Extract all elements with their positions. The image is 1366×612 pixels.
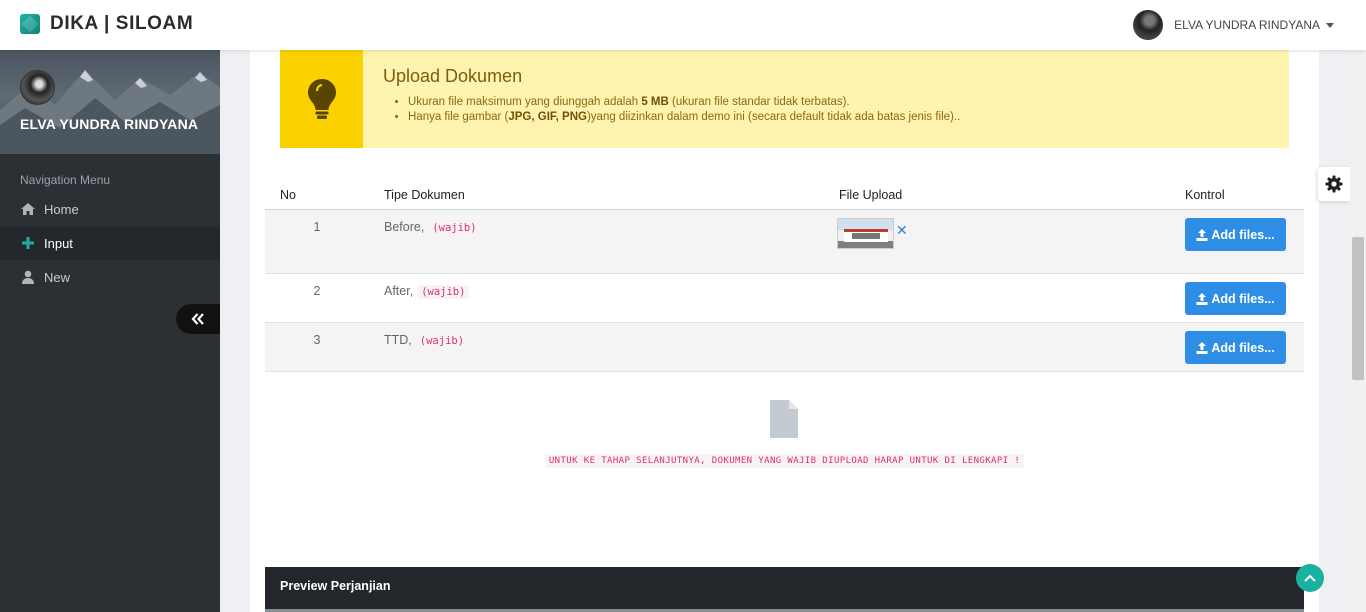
row-type: After, (wajib) [369,284,824,299]
row-type: TTD, (wajib) [369,333,824,348]
sidebar-item-label: Home [44,201,79,217]
upload-table: No Tipe Dokumen File Upload Kontrol 1 Be… [265,180,1304,372]
user-menu[interactable]: ELVA YUNDRA RINDYANA [1133,10,1334,40]
avatar [1133,10,1164,40]
header-no: No [280,187,296,202]
alert-item-size: Ukuran file maksimum yang diunggah adala… [408,96,960,108]
profile-name: ELVA YUNDRA RINDYANA [20,116,199,132]
gear-icon [1325,175,1343,193]
remove-file-icon[interactable]: ✕ [896,222,908,239]
lightbulb-icon [307,79,336,119]
table-header: No Tipe Dokumen File Upload Kontrol [265,180,1304,210]
alert-title: Upload Dokumen [383,66,523,86]
upload-icon [1196,292,1208,305]
alert-list: Ukuran file maksimum yang diunggah adala… [408,96,960,126]
brand-title: DIKA | SILOAM [50,13,194,34]
profile-avatar[interactable] [20,70,55,105]
sidebar-item-input[interactable]: Input [0,226,220,260]
sidebar-item-label: New [44,269,71,285]
row-type: Before, (wajib) [369,220,824,235]
page-scrollbar[interactable] [1350,0,1366,612]
scrollbar-thumb[interactable] [1352,237,1364,380]
sidebar-item-label: Input [44,235,73,251]
required-tag: (wajib) [415,334,469,348]
nav-menu-title: Navigation Menu [20,173,111,187]
double-chevron-left-icon [191,313,204,325]
sidebar-collapse-button[interactable] [176,304,220,334]
uploaded-file-thumbnail[interactable] [837,218,894,249]
table-row: 2 After, (wajib) Add files... [265,274,1304,323]
preview-title: Preview Perjanjian [280,579,391,593]
add-files-button[interactable]: Add files... [1185,282,1286,315]
row-no: 2 [313,284,321,298]
brand-logo-icon [20,14,40,34]
header-type: Tipe Dokumen [384,187,465,202]
row-no: 1 [313,220,321,234]
settings-button[interactable] [1318,167,1350,201]
upload-icon [1196,341,1208,354]
scroll-to-top-button[interactable] [1296,564,1324,592]
required-tag: (wajib) [417,285,470,299]
sidebar-profile: ELVA YUNDRA RINDYANA [0,50,220,154]
table-row: 1 Before, (wajib) ✕ Add files... [265,210,1304,274]
chevron-up-icon [1304,574,1316,582]
header-file: File Upload [839,187,903,202]
add-files-button[interactable]: Add files... [1185,218,1286,251]
plus-icon [22,237,34,249]
required-notice: UNTUK KE TAHAP SELANJUTNYA, DOKUMEN YANG… [540,450,1029,468]
add-files-button[interactable]: Add files... [1185,331,1286,364]
user-icon [22,270,34,284]
required-tag: (wajib) [428,221,481,235]
upload-info-alert: Upload Dokumen Ukuran file maksimum yang… [280,50,1289,148]
preview-panel: Preview Perjanjian [265,567,1304,612]
alert-item-types: Hanya file gambar (JPG, GIF, PNG)yang di… [408,111,960,123]
table-row: 3 TTD, (wajib) Add files... [265,323,1304,372]
header-control: Kontrol [1185,187,1225,202]
brand[interactable]: DIKA | SILOAM [20,13,193,35]
top-navbar: DIKA | SILOAM ELVA YUNDRA RINDYANA [0,0,1366,50]
sidebar-item-new[interactable]: New [0,260,220,294]
home-icon [21,203,35,215]
main-content: Upload Dokumen Ukuran file maksimum yang… [250,50,1319,612]
document-icon [770,400,798,438]
row-no: 3 [313,333,321,347]
alert-icon-panel [280,50,363,148]
caret-down-icon [1326,22,1334,28]
user-name: ELVA YUNDRA RINDYANA [1174,18,1320,32]
sidebar: ELVA YUNDRA RINDYANA Navigation Menu Hom… [0,50,220,612]
upload-icon [1196,228,1208,241]
sidebar-item-home[interactable]: Home [0,192,220,226]
